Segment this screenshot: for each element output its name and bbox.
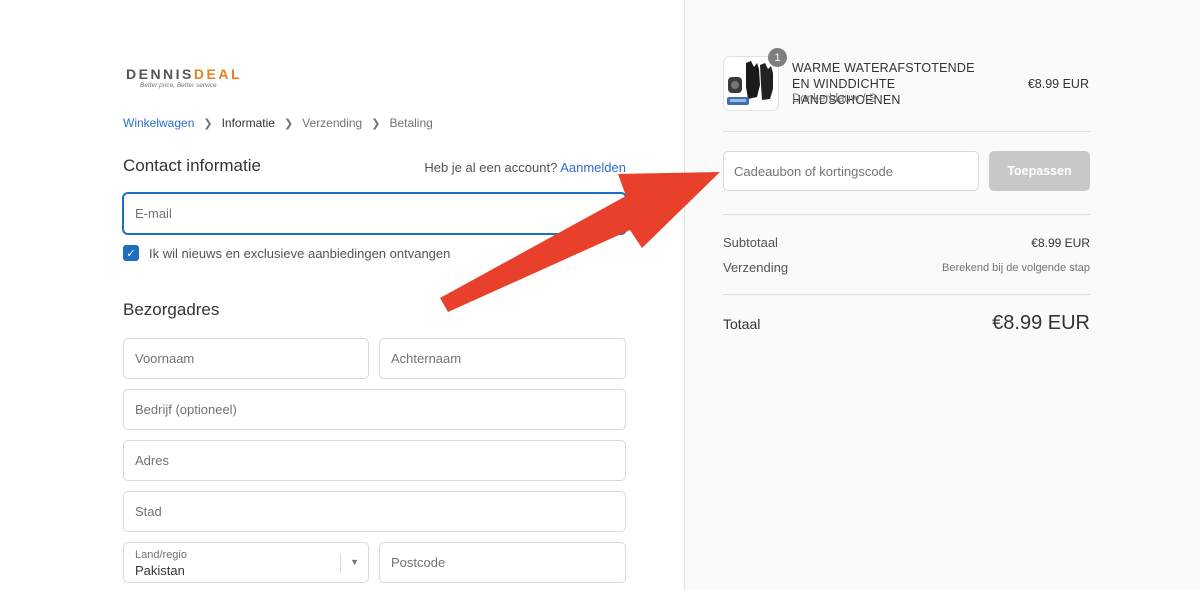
postcode-wrapper: [379, 542, 626, 583]
total-value: €8.99 EUR: [992, 312, 1090, 334]
order-summary: 1 WARME WATERAFSTOTENDE EN WINDDICHTE HA…: [684, 0, 1200, 590]
first-name-field[interactable]: [124, 339, 368, 378]
checkmark-icon: ✓: [126, 247, 136, 260]
breadcrumb-information: Informatie: [221, 116, 275, 130]
last-name-wrapper: [379, 338, 626, 379]
breadcrumb: Winkelwagen ❯ Informatie ❯ Verzending ❯ …: [123, 116, 433, 130]
shipping-row: Verzending Berekend bij de volgende stap: [723, 260, 1090, 275]
email-field[interactable]: [124, 194, 625, 233]
newsletter-checkbox[interactable]: ✓: [123, 245, 139, 261]
breadcrumb-payment: Betaling: [389, 116, 433, 130]
product-variant: Donkerblauw / S: [792, 93, 877, 105]
breadcrumb-cart[interactable]: Winkelwagen: [123, 116, 194, 130]
account-prompt: Heb je al een account? Aanmelden: [424, 160, 626, 175]
company-field[interactable]: [124, 390, 625, 429]
product-thumbnail: 1: [723, 48, 787, 111]
last-name-field[interactable]: [380, 339, 625, 378]
country-select[interactable]: Land/regio Pakistan ▼: [123, 542, 369, 583]
shipping-value: Berekend bij de volgende stap: [942, 261, 1090, 274]
apply-discount-button[interactable]: Toepassen: [989, 151, 1090, 191]
login-link[interactable]: Aanmelden: [560, 160, 626, 175]
contact-section-title: Contact informatie: [123, 156, 261, 175]
gloves-image-icon: [724, 57, 778, 110]
postcode-field[interactable]: [380, 543, 625, 582]
divider: [723, 294, 1090, 295]
store-logo[interactable]: DENNISDEAL Better price, Better service: [126, 66, 242, 89]
divider: [723, 131, 1090, 132]
shipping-section-title: Bezorgadres: [123, 300, 220, 319]
email-field-wrapper: [123, 193, 626, 234]
company-wrapper: [123, 389, 626, 430]
city-wrapper: [123, 491, 626, 532]
total-label: Totaal: [723, 315, 761, 332]
divider: [723, 214, 1090, 215]
address-field[interactable]: [124, 441, 625, 480]
logo-tagline: Better price, Better service: [140, 82, 217, 89]
subtotal-row: Subtotaal €8.99 EUR: [723, 235, 1090, 250]
country-label: Land/regio: [135, 549, 187, 561]
chevron-down-icon: ▼: [350, 557, 359, 567]
city-field[interactable]: [124, 492, 625, 531]
chevron-right-icon: ❯: [371, 117, 381, 130]
country-value: Pakistan: [135, 563, 185, 578]
address-wrapper: [123, 440, 626, 481]
product-price: €8.99 EUR: [1027, 77, 1089, 91]
breadcrumb-shipping: Verzending: [302, 116, 363, 130]
subtotal-label: Subtotaal: [723, 235, 778, 250]
quantity-badge: 1: [768, 48, 787, 67]
newsletter-label: Ik wil nieuws en exclusieve aanbiedingen…: [149, 245, 451, 261]
chevron-right-icon: ❯: [283, 117, 294, 130]
shipping-label: Verzending: [723, 260, 789, 275]
newsletter-row: ✓ Ik wil nieuws en exclusieve aanbieding…: [123, 245, 450, 261]
logo-wordmark: DENNISDEAL: [126, 66, 243, 82]
chevron-right-icon: ❯: [203, 117, 213, 130]
subtotal-value: €8.99 EUR: [1031, 235, 1090, 250]
total-row: Totaal €8.99 EUR: [723, 312, 1090, 335]
first-name-wrapper: [123, 338, 369, 379]
discount-code-field[interactable]: [724, 152, 978, 190]
checkout-main: DENNISDEAL Better price, Better service …: [0, 0, 684, 590]
select-divider: [340, 554, 341, 573]
discount-field-wrapper: [723, 151, 979, 191]
